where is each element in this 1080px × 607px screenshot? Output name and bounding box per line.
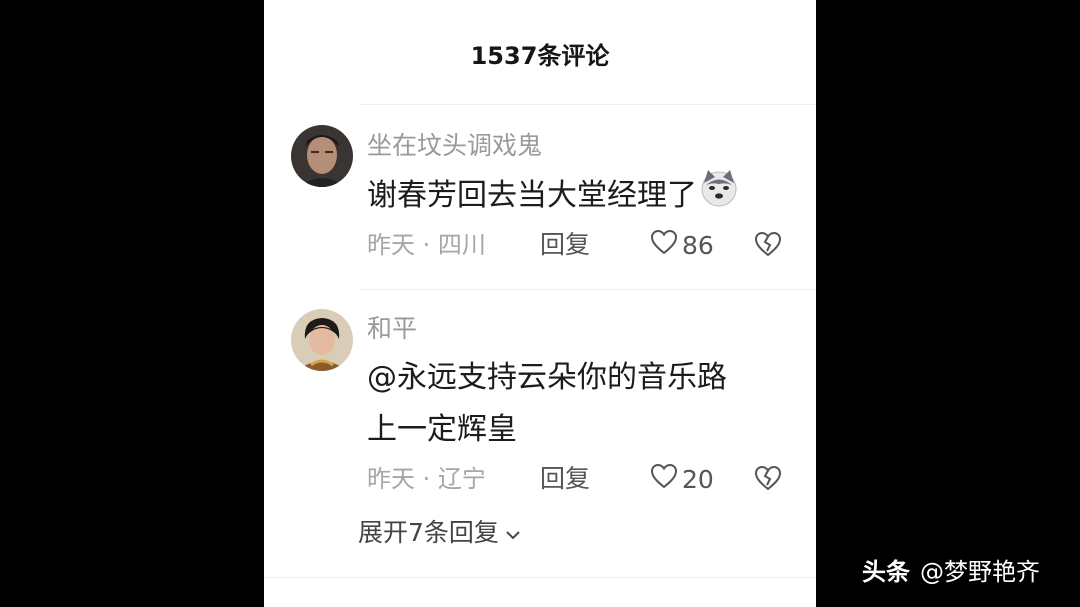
- divider: [264, 577, 816, 578]
- reply-button[interactable]: 回复: [540, 463, 590, 495]
- avatar[interactable]: [291, 125, 353, 187]
- heart-icon: [650, 463, 678, 497]
- divider: [360, 289, 816, 290]
- comment-time: 昨天: [367, 231, 415, 259]
- watermark-brand: 头条: [862, 558, 910, 586]
- reply-button[interactable]: 回复: [540, 229, 590, 261]
- like-button[interactable]: 86: [650, 229, 714, 263]
- comment-username[interactable]: 和平: [367, 313, 417, 345]
- expand-replies-label: 展开7条回复: [358, 518, 499, 547]
- comment-count-title: 1537条评论: [470, 42, 610, 70]
- comment-username[interactable]: 坐在坟头调戏鬼: [367, 130, 542, 162]
- comment-text-line: @永远支持云朵你的音乐路: [367, 360, 727, 395]
- meta-separator: ·: [422, 231, 431, 259]
- meta-separator: ·: [422, 465, 431, 493]
- watermark: 头条 @梦野艳齐: [862, 555, 1040, 589]
- comment-text-body: 谢春芳回去当大堂经理了: [367, 178, 697, 213]
- comment-meta: 昨天 · 辽宁: [367, 463, 486, 495]
- comment-text-line: 上一定辉皇: [367, 412, 517, 447]
- heart-icon: [650, 229, 678, 263]
- comment-location: 四川: [437, 231, 486, 259]
- comments-panel: 1537条评论 坐在坟头调戏鬼 谢春芳回去当大堂经理了 昨天 · 四川 回复 8…: [264, 0, 816, 607]
- comment-location: 辽宁: [437, 465, 486, 493]
- comment-time: 昨天: [367, 465, 415, 493]
- like-button[interactable]: 20: [650, 463, 714, 497]
- husky-dog-emoji-icon: [699, 168, 739, 225]
- chevron-down-icon: [505, 517, 521, 549]
- watermark-author: @梦野艳齐: [920, 558, 1040, 586]
- divider: [360, 104, 816, 105]
- comment-text: @永远支持云朵你的音乐路 上一定辉皇: [367, 352, 797, 456]
- expand-replies-button[interactable]: 展开7条回复: [358, 517, 521, 549]
- like-count: 86: [682, 231, 714, 260]
- comment-meta: 昨天 · 四川: [367, 229, 486, 261]
- comment-text: 谢春芳回去当大堂经理了: [367, 168, 797, 225]
- like-count: 20: [682, 465, 714, 494]
- broken-heart-icon[interactable]: [754, 231, 782, 259]
- broken-heart-icon[interactable]: [754, 465, 782, 493]
- avatar[interactable]: [291, 309, 353, 371]
